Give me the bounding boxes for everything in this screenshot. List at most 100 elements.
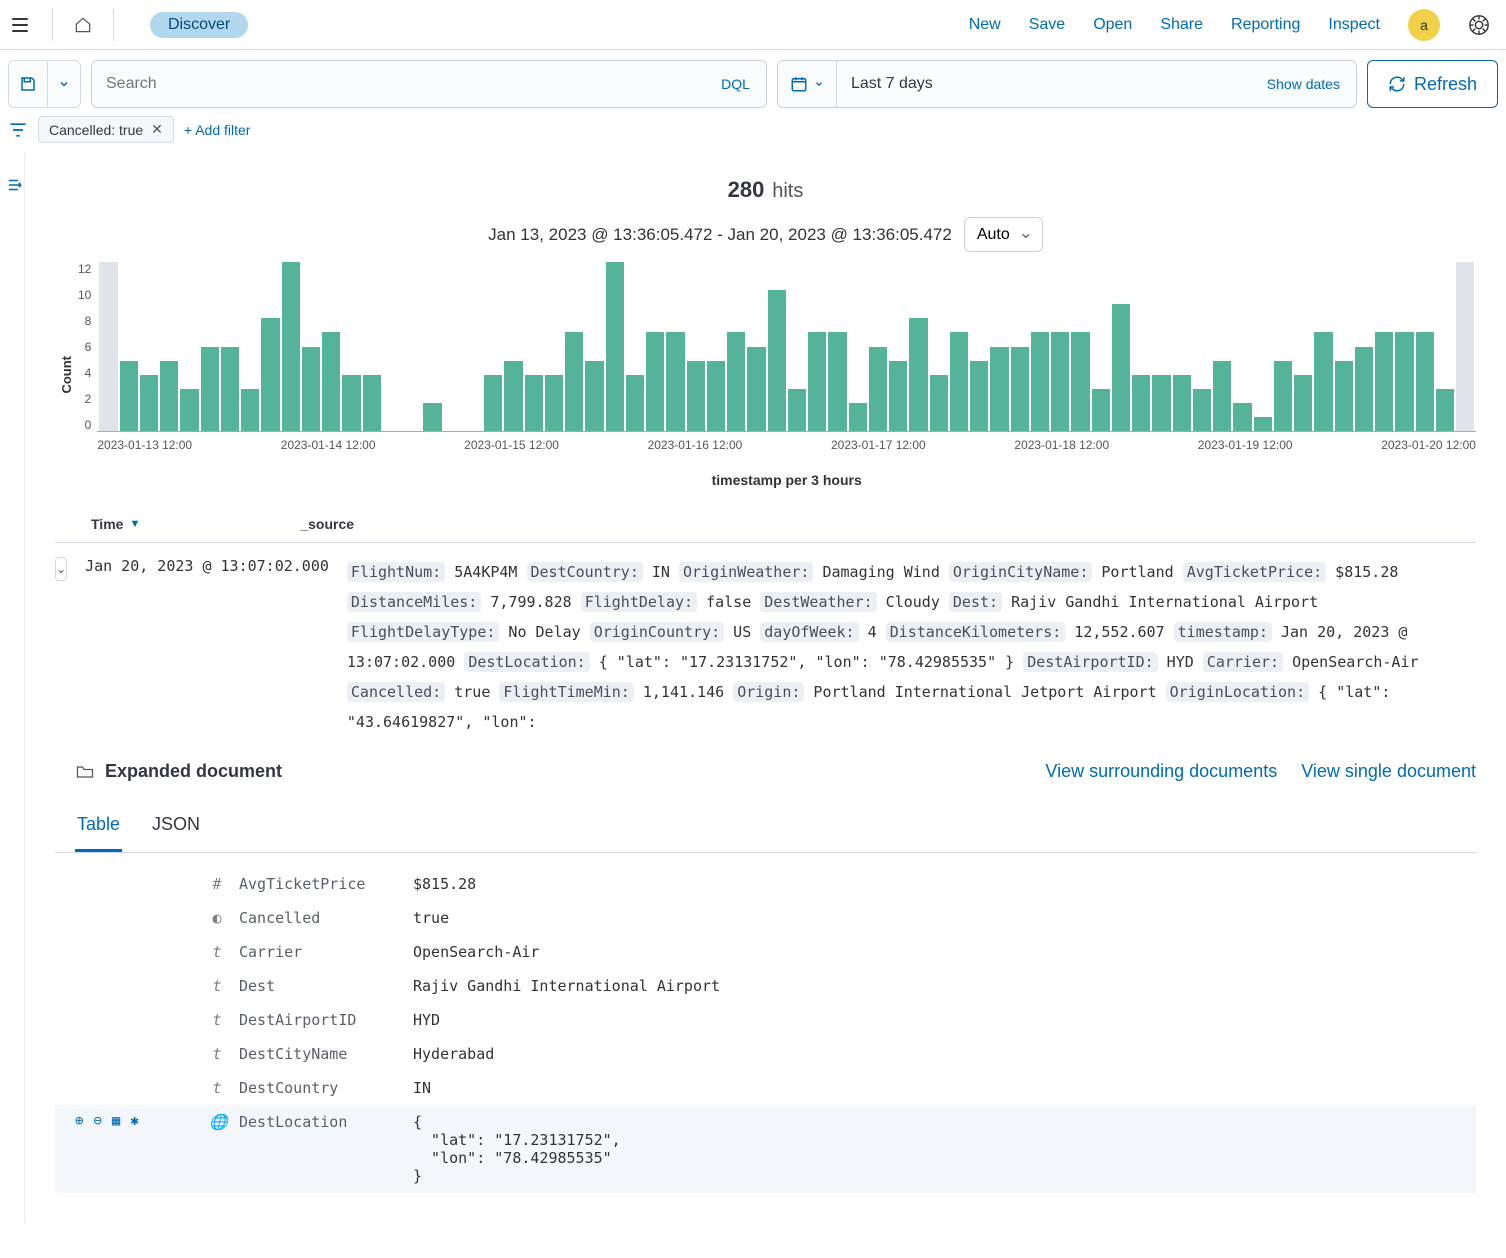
nav-open[interactable]: Open	[1093, 16, 1132, 34]
filters-row: Cancelled: true ✕ + Add filter	[0, 116, 1506, 153]
hit-count-label: hits	[772, 180, 803, 202]
date-picker: Last 7 days Show dates	[777, 60, 1357, 108]
field-value: Rajiv Gandhi International Airport	[413, 977, 1476, 995]
field-row[interactable]: ⊕ ⊖ ▦ ✱ 🌐 DestLocation { "lat": "17.23131752",…	[55, 1105, 1476, 1193]
field-name: DestLocation	[239, 1113, 399, 1131]
field-value: IN	[413, 1079, 1476, 1097]
field-value: $815.28	[413, 875, 1476, 893]
field-type-icon: t	[209, 1079, 225, 1097]
filter-pill[interactable]: Cancelled: true ✕	[38, 116, 174, 143]
field-row[interactable]: ⊕⊖▦✱tDestCityNameHyderabad	[55, 1037, 1476, 1071]
expanded-doc-header: Expanded document View surrounding docum…	[55, 761, 1476, 782]
sort-desc-icon: ▼	[129, 518, 140, 530]
field-row[interactable]: ⊕⊖▦✱#AvgTicketPrice$815.28	[55, 867, 1476, 901]
field-row[interactable]: ⊕⊖▦✱tCarrierOpenSearch-Air	[55, 935, 1476, 969]
field-type-icon: t	[209, 1011, 225, 1029]
field-type-icon: t	[209, 1045, 225, 1063]
interval-select[interactable]: Auto	[964, 217, 1043, 252]
nav-reporting[interactable]: Reporting	[1231, 16, 1300, 34]
saved-query-dropdown-icon[interactable]	[48, 61, 80, 107]
field-type-icon: 🌐	[209, 1113, 225, 1131]
field-type-icon: #	[209, 875, 225, 893]
nav-save[interactable]: Save	[1029, 16, 1065, 34]
document-field-table: ⊕⊖▦✱#AvgTicketPrice$815.28⊕⊖▦✱◐Cancelled…	[55, 867, 1476, 1193]
time-range-row: Jan 13, 2023 @ 13:36:05.472 - Jan 20, 20…	[55, 217, 1476, 252]
filter-out-icon[interactable]: ⊖	[93, 1113, 101, 1129]
date-quick-select[interactable]	[778, 61, 837, 107]
filter-for-icon[interactable]: ⊕	[75, 1113, 83, 1129]
nav-new[interactable]: New	[969, 16, 1001, 34]
filter-pill-label: Cancelled: true	[49, 122, 143, 138]
y-axis-label: Count	[55, 356, 78, 394]
view-surrounding-link[interactable]: View surrounding documents	[1045, 761, 1277, 782]
field-row[interactable]: ⊕⊖▦✱tDestAirportIDHYD	[55, 1003, 1476, 1037]
divider	[113, 9, 114, 41]
nav-share[interactable]: Share	[1160, 16, 1203, 34]
home-icon[interactable]	[73, 15, 93, 35]
field-name: Carrier	[239, 943, 399, 961]
date-range-label[interactable]: Last 7 days	[837, 61, 1251, 107]
tab-table[interactable]: Table	[75, 804, 122, 852]
result-source: FlightNum: 5A4KP4M DestCountry: IN Origi…	[347, 557, 1476, 737]
divider	[52, 9, 53, 41]
y-axis-ticks: 121086420	[78, 262, 97, 432]
field-row[interactable]: ⊕⊖▦✱◐Cancelledtrue	[55, 901, 1476, 935]
refresh-button[interactable]: Refresh	[1367, 60, 1498, 108]
field-type-icon: ◐	[209, 909, 225, 927]
field-value: Hyderabad	[413, 1045, 1476, 1063]
toggle-column-icon[interactable]: ▦	[112, 1113, 120, 1129]
refresh-label: Refresh	[1414, 74, 1477, 95]
field-name: DestAirportID	[239, 1011, 399, 1029]
results-table-header: Time ▼ _source	[55, 516, 1476, 543]
filter-remove-icon[interactable]: ✕	[151, 121, 163, 138]
column-source[interactable]: _source	[300, 516, 354, 532]
exists-filter-icon[interactable]: ✱	[130, 1113, 138, 1129]
result-time: Jan 20, 2023 @ 13:07:02.000	[85, 557, 329, 737]
tab-json[interactable]: JSON	[150, 804, 202, 852]
hit-count: 280 hits	[55, 153, 1476, 209]
show-dates-button[interactable]: Show dates	[1251, 61, 1356, 107]
field-type-icon: t	[209, 977, 225, 995]
time-range-text: Jan 13, 2023 @ 13:36:05.472 - Jan 20, 20…	[488, 225, 952, 245]
nav-inspect[interactable]: Inspect	[1328, 16, 1380, 34]
expanded-doc-title: Expanded document	[105, 761, 282, 782]
chart-bars[interactable]	[97, 262, 1476, 432]
search-box: DQL	[91, 60, 767, 108]
doc-tabs: Table JSON	[55, 804, 1476, 853]
breadcrumb[interactable]: Discover	[150, 12, 248, 38]
expand-sidebar-icon[interactable]	[6, 176, 24, 194]
content: 280 hits Jan 13, 2023 @ 13:36:05.472 - J…	[24, 153, 1506, 1223]
field-value: true	[413, 909, 1476, 927]
histogram-chart: Count 121086420 2023-01-13 12:002023-01-…	[55, 262, 1476, 488]
field-name: Dest	[239, 977, 399, 995]
filter-options-icon[interactable]	[8, 120, 28, 140]
x-axis-ticks: 2023-01-13 12:002023-01-14 12:002023-01-…	[97, 432, 1476, 452]
hit-count-number: 280	[728, 177, 765, 202]
field-value: { "lat": "17.23131752", "lon": "78.42985…	[413, 1113, 1476, 1185]
view-single-link[interactable]: View single document	[1301, 761, 1476, 782]
search-input[interactable]	[92, 61, 705, 107]
saved-query-group	[8, 60, 81, 108]
field-row[interactable]: ⊕⊖▦✱tDestCountryIN	[55, 1071, 1476, 1105]
field-value: HYD	[413, 1011, 1476, 1029]
field-name: Cancelled	[239, 909, 399, 927]
column-time[interactable]: Time ▼	[91, 516, 140, 532]
query-language-button[interactable]: DQL	[705, 61, 766, 107]
field-row[interactable]: ⊕⊖▦✱tDestRajiv Gandhi International Airp…	[55, 969, 1476, 1003]
query-bar: DQL Last 7 days Show dates Refresh	[0, 50, 1506, 116]
field-name: DestCountry	[239, 1079, 399, 1097]
x-axis-label: timestamp per 3 hours	[97, 472, 1476, 488]
field-type-icon: t	[209, 943, 225, 961]
collapse-row-icon[interactable]: ⌄	[55, 557, 67, 581]
folder-icon	[75, 762, 95, 782]
help-icon[interactable]	[1468, 14, 1490, 36]
field-name: DestCityName	[239, 1045, 399, 1063]
field-value: OpenSearch-Air	[413, 943, 1476, 961]
menu-toggle-icon[interactable]	[8, 13, 32, 37]
avatar[interactable]: a	[1408, 9, 1440, 41]
result-row: ⌄ Jan 20, 2023 @ 13:07:02.000 FlightNum:…	[55, 543, 1476, 751]
add-filter-button[interactable]: + Add filter	[184, 122, 251, 138]
saved-query-icon[interactable]	[9, 61, 48, 107]
field-name: AvgTicketPrice	[239, 875, 399, 893]
topbar: Discover New Save Open Share Reporting I…	[0, 0, 1506, 50]
